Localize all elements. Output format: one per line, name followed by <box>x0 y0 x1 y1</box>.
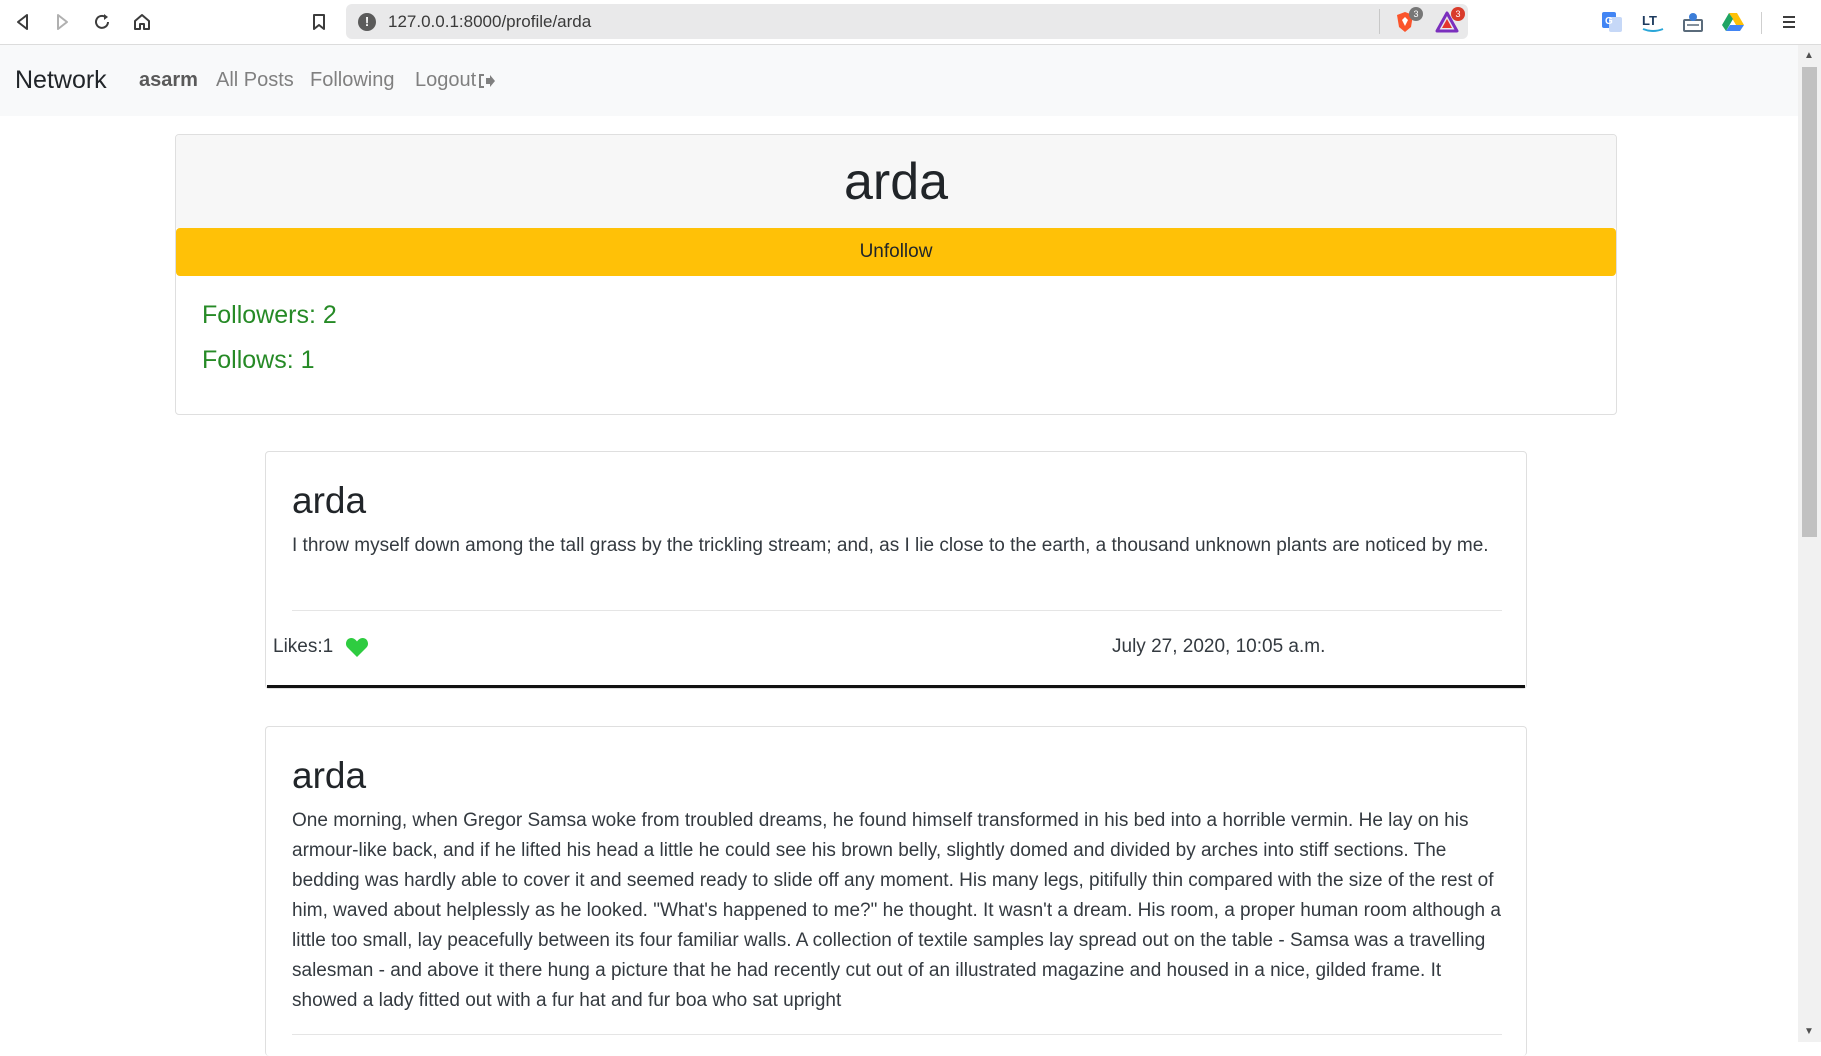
bookmark-icon[interactable] <box>307 10 331 34</box>
post-author[interactable]: arda <box>292 755 366 797</box>
google-drive-icon[interactable] <box>1720 9 1746 35</box>
profile-name: arda <box>843 152 949 211</box>
reload-icon[interactable] <box>90 10 114 34</box>
sign-out-icon <box>479 73 496 88</box>
back-icon[interactable] <box>11 10 35 34</box>
address-bar[interactable]: ! 127.0.0.1:8000/profile/arda <box>346 4 1468 39</box>
followers-count: Followers: 2 <box>202 301 337 329</box>
follows-count: Follows: 1 <box>202 346 315 374</box>
post-card: arda One morning, when Gregor Samsa woke… <box>265 726 1527 1056</box>
post-divider <box>292 1034 1502 1035</box>
scroll-down-icon[interactable]: ▼ <box>1804 1026 1814 1037</box>
post-body: One morning, when Gregor Samsa woke from… <box>292 810 1501 1011</box>
extension-icon[interactable] <box>1680 9 1706 35</box>
brave-shield-icon[interactable]: 3 <box>1392 7 1423 35</box>
post-author[interactable]: arda <box>292 480 366 522</box>
post-date: July 27, 2020, 10:05 a.m. <box>1112 636 1326 657</box>
post-body: I throw myself down among the tall grass… <box>292 535 1489 556</box>
language-tool-icon[interactable]: LT <box>1640 9 1666 35</box>
nav-all-posts-link[interactable]: All Posts <box>216 69 294 92</box>
nav-logout-link[interactable]: Logout <box>415 69 496 92</box>
profile-header: arda <box>176 135 1616 228</box>
nav-user-link[interactable]: asarm <box>139 69 198 92</box>
site-info-icon[interactable]: ! <box>358 12 376 31</box>
unfollow-button[interactable]: Unfollow <box>176 228 1616 276</box>
menu-icon[interactable] <box>1776 9 1802 35</box>
heart-icon[interactable] <box>345 636 369 658</box>
page-scrollbar[interactable]: ▲ ▼ <box>1798 45 1821 1042</box>
forward-icon[interactable] <box>50 10 74 34</box>
scroll-up-icon[interactable]: ▲ <box>1804 50 1814 61</box>
home-icon[interactable] <box>130 10 154 34</box>
post-divider <box>292 610 1502 611</box>
google-translate-icon[interactable]: G <box>1599 9 1625 35</box>
profile-card: arda Unfollow Followers: 2 Follows: 1 <box>175 134 1617 415</box>
post-bottom-border <box>267 685 1525 688</box>
svg-text:LT: LT <box>1642 13 1657 28</box>
browser-toolbar: ! 127.0.0.1:8000/profile/arda 3 3 G LT <box>0 0 1821 45</box>
brave-rewards-icon[interactable]: 3 <box>1434 7 1465 35</box>
scroll-thumb[interactable] <box>1802 67 1817 537</box>
site-navbar: Network asarm All Posts Following Logout <box>0 45 1798 116</box>
brand-link[interactable]: Network <box>15 66 107 95</box>
nav-logout-label: Logout <box>415 69 477 91</box>
post-card: arda I throw myself down among the tall … <box>265 451 1527 689</box>
brave-rewards-badge: 3 <box>1451 7 1465 21</box>
post-likes: Likes:1 <box>273 636 369 658</box>
svg-text:G: G <box>1605 16 1613 27</box>
brave-shield-badge: 3 <box>1409 7 1423 21</box>
url-text[interactable]: 127.0.0.1:8000/profile/arda <box>388 12 591 32</box>
likes-count: Likes:1 <box>273 636 334 657</box>
toolbar-divider <box>1761 12 1762 34</box>
nav-following-link[interactable]: Following <box>310 69 394 92</box>
url-divider <box>1379 9 1380 34</box>
